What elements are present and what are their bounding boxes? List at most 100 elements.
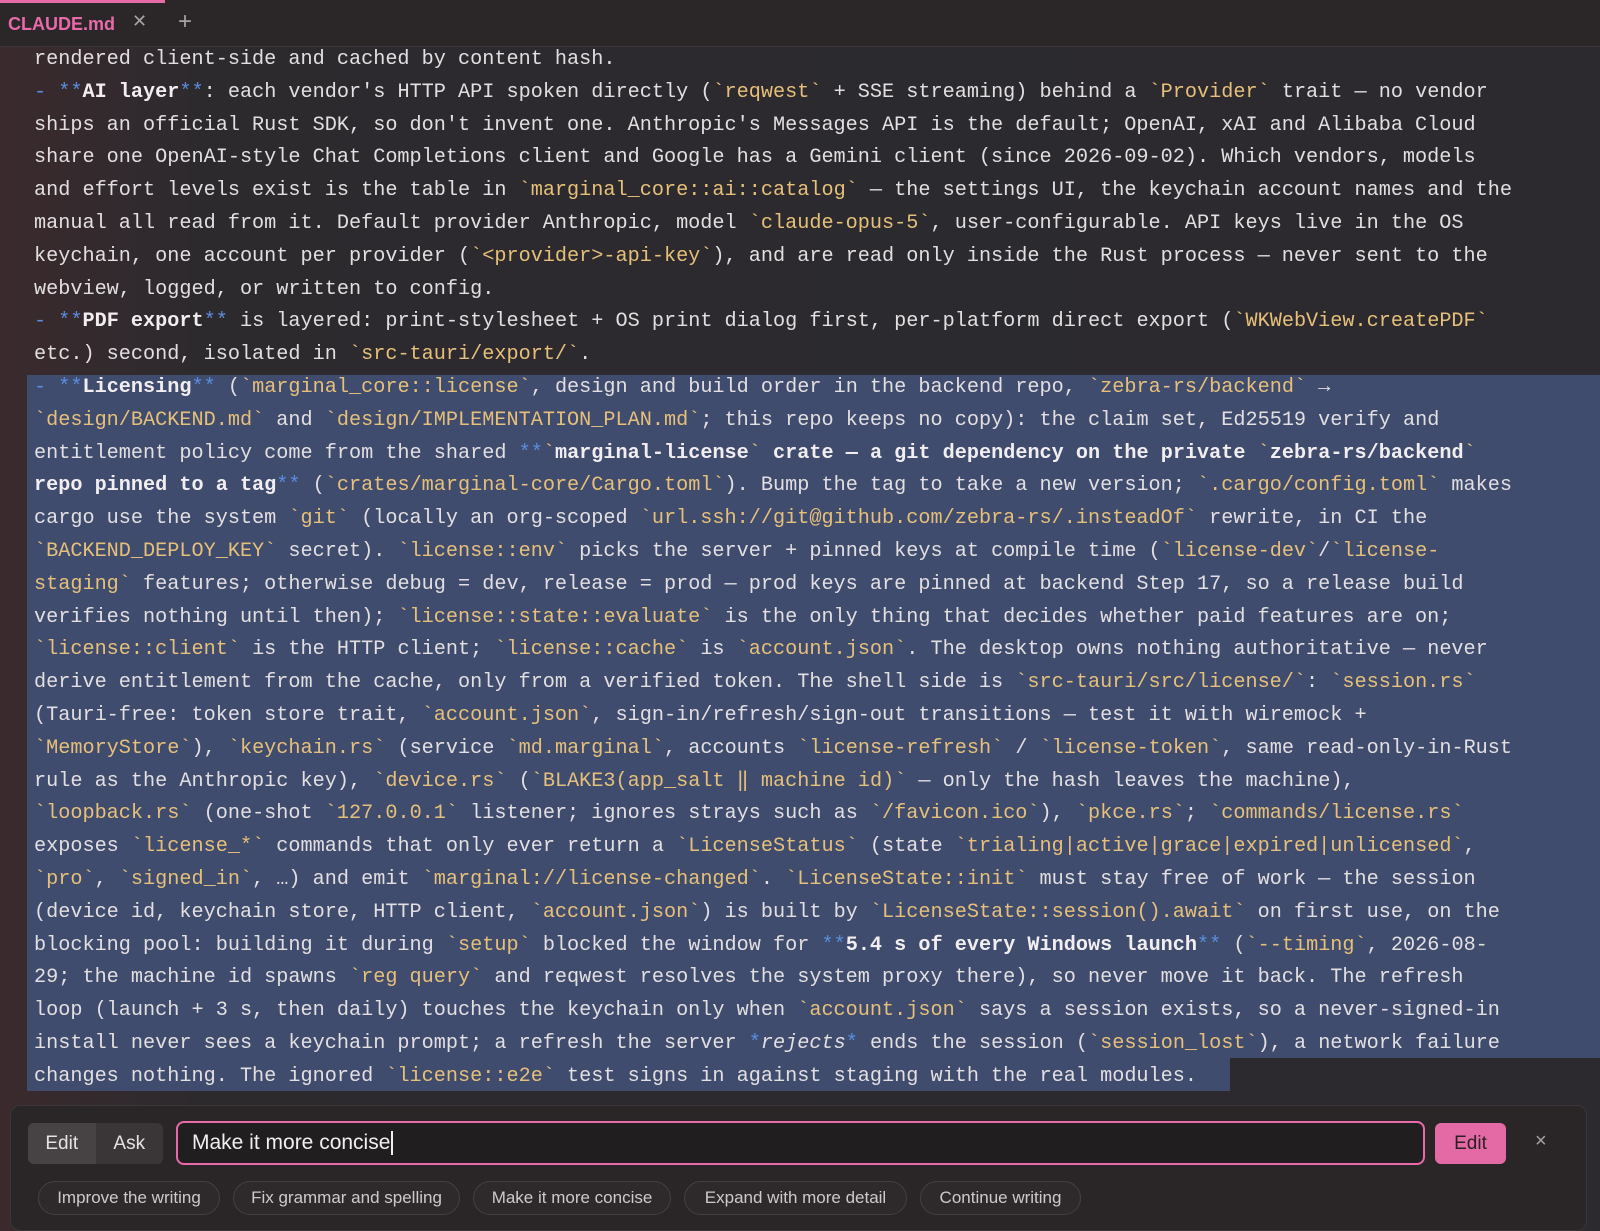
editor-text-run: , [94, 868, 119, 891]
editor-text-run: and reqwest resolves the system proxy th… [482, 966, 1464, 990]
editor-text-run: (Tauri-free: token store trait, [34, 704, 422, 727]
editor-text-run: crate — a git dependency on the private [760, 441, 1258, 465]
suggestion-chip[interactable]: Expand with more detail [684, 1181, 907, 1215]
editor-text-run: ** [518, 441, 543, 465]
editor-text-run: `md.marginal` [506, 736, 665, 760]
editor-text-run: . [579, 343, 592, 367]
editor-text-run: , [1463, 835, 1476, 859]
editor-text-run: and [264, 408, 325, 432]
markdown-editor[interactable]: rendered client-side and cached by conte… [0, 46, 1600, 1091]
editor-line: `loopback.rs` (one-shot `127.0.0.1` list… [0, 798, 1600, 831]
ai-assistant-panel: Edit Ask Make it more concise Edit × Imp… [10, 1105, 1587, 1231]
editor-text-run: `keychain.rs` [227, 736, 386, 760]
editor-text-run: `setup` [445, 933, 531, 957]
suggestion-chip[interactable]: Make it more concise [473, 1181, 671, 1215]
editor-text-run: `127.0.0.1` [324, 802, 459, 826]
editor-text-run: ** [179, 80, 204, 104]
editor-text-run: , 2026-08- [1366, 933, 1488, 957]
editor-text-run: is layered: print-stylesheet + OS print … [227, 310, 1234, 334]
editor-text-run: cargo use the system [34, 507, 289, 531]
editor-text-run: / [1003, 736, 1040, 760]
editor-line: staging` features; otherwise debug = dev… [0, 569, 1600, 602]
editor-text-run: `session_lost` [1088, 1032, 1258, 1055]
editor-text-run: , …) and emit [252, 868, 422, 891]
editor-line: cargo use the system `git` (locally an o… [0, 503, 1600, 536]
editor-text-run: test signs in against staging with the r… [554, 1064, 1198, 1088]
editor-text-run: `loopback.rs` [34, 802, 192, 826]
editor-text-run: ** [821, 933, 846, 957]
editor-text-run: `design/IMPLEMENTATION_PLAN.md` [324, 408, 701, 432]
editor-text-run: commands that only ever return a [264, 835, 677, 859]
editor-text-run: `LicenseStatus` [676, 835, 858, 859]
editor-line: repo pinned to a tag** (`crates/marginal… [0, 470, 1600, 503]
editor-line: webview, logged, or written to config. [0, 274, 1600, 307]
suggestion-chip[interactable]: Improve the writing [38, 1181, 220, 1215]
editor-text-run: rewrite, in CI the [1197, 507, 1428, 531]
editor-line: derive entitlement from the cache, only … [0, 667, 1600, 700]
editor-text-run: `BLAKE3(app_salt ‖ machine id)` [530, 769, 907, 793]
editor-text-run: (service [385, 736, 507, 760]
editor-text-run: marginal-license [554, 441, 749, 465]
editor-text-run: AI layer [82, 80, 180, 104]
editor-text-run: `crates/marginal-core/Cargo.toml` [324, 474, 725, 498]
editor-text-run: ) is built by [700, 900, 870, 924]
editor-text-run: repo pinned to a tag [34, 474, 277, 498]
editor-text-run: . [760, 868, 786, 891]
editor-text-run: `license- [1330, 540, 1440, 563]
editor-text-run: ** [191, 376, 216, 399]
editor-text-run: (one-shot [191, 802, 325, 826]
plus-icon[interactable]: + [178, 8, 192, 36]
editor-line: - **PDF export** is layered: print-style… [0, 306, 1600, 339]
editor-text-run: blocked the window for [530, 933, 822, 957]
editor-text-run: secret). [276, 540, 398, 563]
editor-text-run: rule as the Anthropic key), [34, 769, 374, 793]
submit-edit-button[interactable]: Edit [1435, 1123, 1506, 1164]
mode-toggle: Edit Ask [28, 1123, 163, 1164]
editor-text-run: , design and build order in the backend … [530, 376, 1088, 399]
editor-text-run: ( [300, 474, 325, 498]
editor-text-run: `LicenseState::session().await` [869, 900, 1246, 924]
editor-text-run: `account.json` [736, 638, 907, 662]
editor-text-run: `zebra-rs/backend` [1088, 376, 1307, 399]
editor-text-run: says a session exists, so a never-signed… [966, 999, 1500, 1023]
editor-text-run: ` [1463, 441, 1476, 465]
editor-text-run: `WKWebView.createPDF` [1233, 310, 1488, 334]
editor-text-run: webview, logged, or written to config. [34, 277, 495, 301]
mode-ask-button[interactable]: Ask [96, 1123, 164, 1164]
editor-line: install never sees a keychain prompt; a … [0, 1028, 1600, 1061]
editor-text-run: `license::e2e` [385, 1064, 555, 1088]
editor-text-run: `.cargo/config.toml` [1197, 474, 1440, 498]
prompt-input[interactable]: Make it more concise [176, 1121, 1425, 1165]
suggestion-chip[interactable]: Fix grammar and spelling [233, 1181, 460, 1215]
editor-text-run: listener; ignores strays such as [458, 802, 870, 826]
editor-line: (Tauri-free: token store trait, `account… [0, 700, 1600, 733]
editor-text-run: `device.rs` [373, 769, 507, 793]
editor-text-run: `marginal_core::license` [239, 376, 531, 399]
editor-text-run: `BACKEND_DEPLOY_KEY` [34, 540, 277, 563]
tab-title: CLAUDE.md [8, 14, 115, 34]
editor-text-run: `license_*` [130, 835, 265, 859]
editor-text-run: blocking pool: building it during [34, 933, 446, 957]
close-icon[interactable]: ✕ [132, 11, 147, 32]
editor-line: - **AI layer**: each vendor's HTTP API s… [0, 77, 1600, 110]
editor-text-run: `MemoryStore` [34, 736, 192, 760]
mode-edit-button[interactable]: Edit [28, 1123, 96, 1164]
editor-text-run: `reg query` [348, 966, 483, 990]
editor-text-run: 5.4 s of every Windows launch [845, 933, 1198, 957]
editor-text-run: `marginal://license-changed` [421, 868, 761, 891]
editor-text-run: `url.ssh://git@github.com/zebra-rs/.inst… [639, 507, 1198, 531]
editor-text-run: `pkce.rs` [1075, 802, 1185, 826]
editor-text-run: 29; the machine id spawns [34, 966, 349, 990]
editor-text-run: ), a network failure [1257, 1032, 1500, 1055]
editor-text-run: ** [1197, 933, 1222, 957]
editor-line: rule as the Anthropic key), `device.rs` … [0, 766, 1600, 799]
editor-text-run: — only the hash leaves the machine), [906, 769, 1355, 793]
editor-text-run: ). Bump the tag to take a new version; [724, 474, 1198, 498]
editor-text-run: `pro` [34, 868, 95, 891]
close-icon[interactable]: × [1535, 1130, 1547, 1153]
editor-line: keychain, one account per provider (`<pr… [0, 241, 1600, 274]
editor-text-run: is the only thing that decides whether p… [712, 605, 1452, 629]
editor-text-run: `--timing` [1245, 933, 1367, 957]
editor-text-run: `claude-opus-5` [748, 212, 931, 235]
suggestion-chip[interactable]: Continue writing [920, 1181, 1081, 1215]
